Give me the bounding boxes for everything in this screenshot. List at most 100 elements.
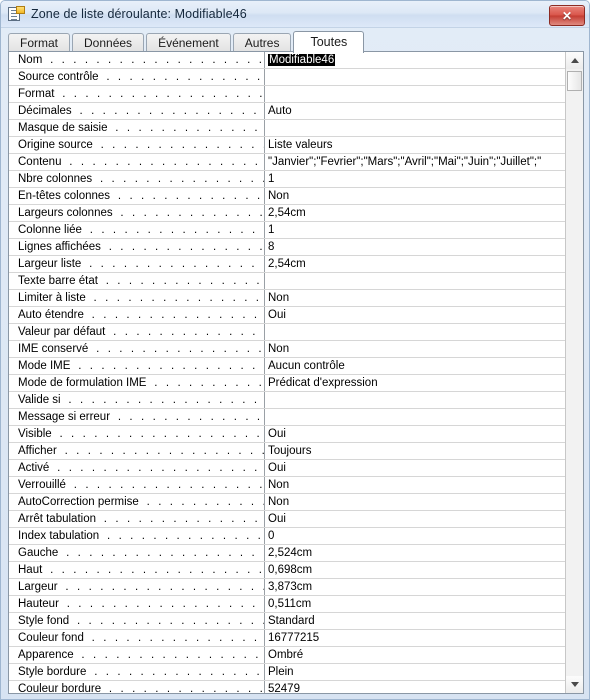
property-value-input[interactable]: 3,873cm (264, 579, 565, 595)
property-row[interactable]: Visible . . . . . . . . . . . . . . . . … (9, 426, 565, 443)
property-row[interactable]: Index tabulation . . . . . . . . . . . .… (9, 528, 565, 545)
property-value-input[interactable]: Standard (264, 613, 565, 629)
tab-donn-es[interactable]: Données (72, 33, 145, 52)
property-row[interactable]: Mode de formulation IME . . . . . . . . … (9, 375, 565, 392)
property-row[interactable]: Nom . . . . . . . . . . . . . . . . . . … (9, 52, 565, 69)
dot-leader: . . . . . . . . . . . . . . . . . . . . … (117, 190, 264, 202)
property-value-input[interactable]: 1 (264, 222, 565, 238)
tab-toutes[interactable]: Toutes (293, 31, 365, 53)
property-value-input[interactable]: 1 (264, 171, 565, 187)
tab-strip-filler (366, 33, 584, 52)
close-button[interactable]: ✕ (549, 5, 585, 26)
property-row[interactable]: Afficher . . . . . . . . . . . . . . . .… (9, 443, 565, 460)
property-sheet-icon (8, 6, 25, 22)
property-value-input[interactable] (264, 69, 565, 85)
scroll-up-icon[interactable] (566, 52, 583, 69)
property-row[interactable]: Style fond . . . . . . . . . . . . . . .… (9, 613, 565, 630)
close-icon: ✕ (561, 8, 573, 23)
property-row[interactable]: Masque de saisie . . . . . . . . . . . .… (9, 120, 565, 137)
property-value-input[interactable]: 2,54cm (264, 256, 565, 272)
property-row[interactable]: AutoCorrection permise . . . . . . . . .… (9, 494, 565, 511)
property-value-input[interactable]: Non (264, 477, 565, 493)
property-label: Limiter à liste . . . . . . . . . . . . … (9, 290, 264, 306)
property-value-input[interactable]: Oui (264, 426, 565, 442)
property-row[interactable]: Valide si . . . . . . . . . . . . . . . … (9, 392, 565, 409)
property-row[interactable]: Style bordure . . . . . . . . . . . . . … (9, 664, 565, 681)
property-value-input[interactable] (264, 86, 565, 102)
property-tabs: Format Données Événement Autres Toutes (8, 30, 584, 53)
property-value-input[interactable]: Ombré (264, 647, 565, 663)
vertical-scrollbar[interactable] (565, 52, 583, 693)
property-value-input[interactable]: Non (264, 341, 565, 357)
property-row[interactable]: Apparence . . . . . . . . . . . . . . . … (9, 647, 565, 664)
property-value-input[interactable] (264, 409, 565, 425)
property-value-input[interactable]: Non (264, 494, 565, 510)
property-value-input[interactable] (264, 392, 565, 408)
property-row[interactable]: Colonne liée . . . . . . . . . . . . . .… (9, 222, 565, 239)
property-label: En-têtes colonnes . . . . . . . . . . . … (9, 188, 264, 204)
property-row[interactable]: Valeur par défaut . . . . . . . . . . . … (9, 324, 565, 341)
property-row[interactable]: Couleur fond . . . . . . . . . . . . . .… (9, 630, 565, 647)
property-row[interactable]: Hauteur . . . . . . . . . . . . . . . . … (9, 596, 565, 613)
property-row[interactable]: Décimales . . . . . . . . . . . . . . . … (9, 103, 565, 120)
property-label-text: Index tabulation (18, 530, 102, 542)
property-value-input[interactable]: Oui (264, 307, 565, 323)
property-value-input[interactable]: Auto (264, 103, 565, 119)
property-value-input[interactable]: 2,524cm (264, 545, 565, 561)
property-row[interactable]: Largeur liste . . . . . . . . . . . . . … (9, 256, 565, 273)
property-row[interactable]: Limiter à liste . . . . . . . . . . . . … (9, 290, 565, 307)
property-row[interactable]: Mode IME . . . . . . . . . . . . . . . .… (9, 358, 565, 375)
tab-format[interactable]: Format (8, 33, 71, 52)
dot-leader: . . . . . . . . . . . . . . . . . . . . … (66, 598, 264, 610)
property-value-input[interactable]: Toujours (264, 443, 565, 459)
property-row[interactable]: Lignes affichées . . . . . . . . . . . .… (9, 239, 565, 256)
property-value-input[interactable]: Oui (264, 460, 565, 476)
property-row[interactable]: Gauche . . . . . . . . . . . . . . . . .… (9, 545, 565, 562)
property-row[interactable]: Largeur . . . . . . . . . . . . . . . . … (9, 579, 565, 596)
property-value-input[interactable]: 8 (264, 239, 565, 255)
property-value-input[interactable]: 2,54cm (264, 205, 565, 221)
property-value-input[interactable]: Non (264, 290, 565, 306)
property-value-input[interactable]: Liste valeurs (264, 137, 565, 153)
property-row[interactable]: En-têtes colonnes . . . . . . . . . . . … (9, 188, 565, 205)
property-row[interactable]: Activé . . . . . . . . . . . . . . . . .… (9, 460, 565, 477)
property-row[interactable]: Verrouillé . . . . . . . . . . . . . . .… (9, 477, 565, 494)
property-value-input[interactable]: 0,511cm (264, 596, 565, 612)
property-row[interactable]: Nbre colonnes . . . . . . . . . . . . . … (9, 171, 565, 188)
property-row[interactable]: Couleur bordure . . . . . . . . . . . . … (9, 681, 565, 693)
property-value-input[interactable]: Non (264, 188, 565, 204)
property-row[interactable]: Source contrôle . . . . . . . . . . . . … (9, 69, 565, 86)
property-row[interactable]: IME conservé . . . . . . . . . . . . . .… (9, 341, 565, 358)
property-value-input[interactable] (264, 324, 565, 340)
property-value-input[interactable]: Oui (264, 511, 565, 527)
property-row[interactable]: Format . . . . . . . . . . . . . . . . .… (9, 86, 565, 103)
property-row[interactable]: Message si erreur . . . . . . . . . . . … (9, 409, 565, 426)
property-value-input[interactable] (264, 120, 565, 136)
scrollbar-thumb[interactable] (567, 71, 582, 91)
property-row[interactable]: Largeurs colonnes . . . . . . . . . . . … (9, 205, 565, 222)
property-value-input[interactable]: Aucun contrôle (264, 358, 565, 374)
property-value-input[interactable]: Prédicat d'expression (264, 375, 565, 391)
scroll-down-icon[interactable] (566, 676, 583, 693)
tab--v-nement[interactable]: Événement (146, 33, 231, 52)
property-value-input[interactable]: 16777215 (264, 630, 565, 646)
property-row[interactable]: Arrêt tabulation . . . . . . . . . . . .… (9, 511, 565, 528)
property-value-input[interactable]: 0 (264, 528, 565, 544)
property-row[interactable]: Haut . . . . . . . . . . . . . . . . . .… (9, 562, 565, 579)
property-row[interactable]: Origine source . . . . . . . . . . . . .… (9, 137, 565, 154)
dot-leader: . . . . . . . . . . . . . . . . . . . . … (89, 258, 264, 270)
property-row[interactable]: Contenu . . . . . . . . . . . . . . . . … (9, 154, 565, 171)
tab-autres[interactable]: Autres (232, 33, 292, 52)
property-row[interactable]: Texte barre état . . . . . . . . . . . .… (9, 273, 565, 290)
property-row[interactable]: Auto étendre . . . . . . . . . . . . . .… (9, 307, 565, 324)
dot-leader: . . . . . . . . . . . . . . . . . . . . … (66, 547, 264, 559)
property-value-input[interactable]: Modifiable46 (264, 52, 565, 68)
scrollbar-track[interactable] (566, 69, 583, 676)
dot-leader: . . . . . . . . . . . . . . . . . . . . … (50, 564, 264, 576)
property-value-input[interactable]: "Janvier";"Fevrier";"Mars";"Avril";"Mai"… (264, 154, 565, 170)
property-value-input[interactable]: 0,698cm (264, 562, 565, 578)
property-value-input[interactable]: 52479 (264, 681, 565, 693)
property-label-text: Arrêt tabulation (18, 513, 98, 525)
property-value-input[interactable]: Plein (264, 664, 565, 680)
property-value-input[interactable] (264, 273, 565, 289)
